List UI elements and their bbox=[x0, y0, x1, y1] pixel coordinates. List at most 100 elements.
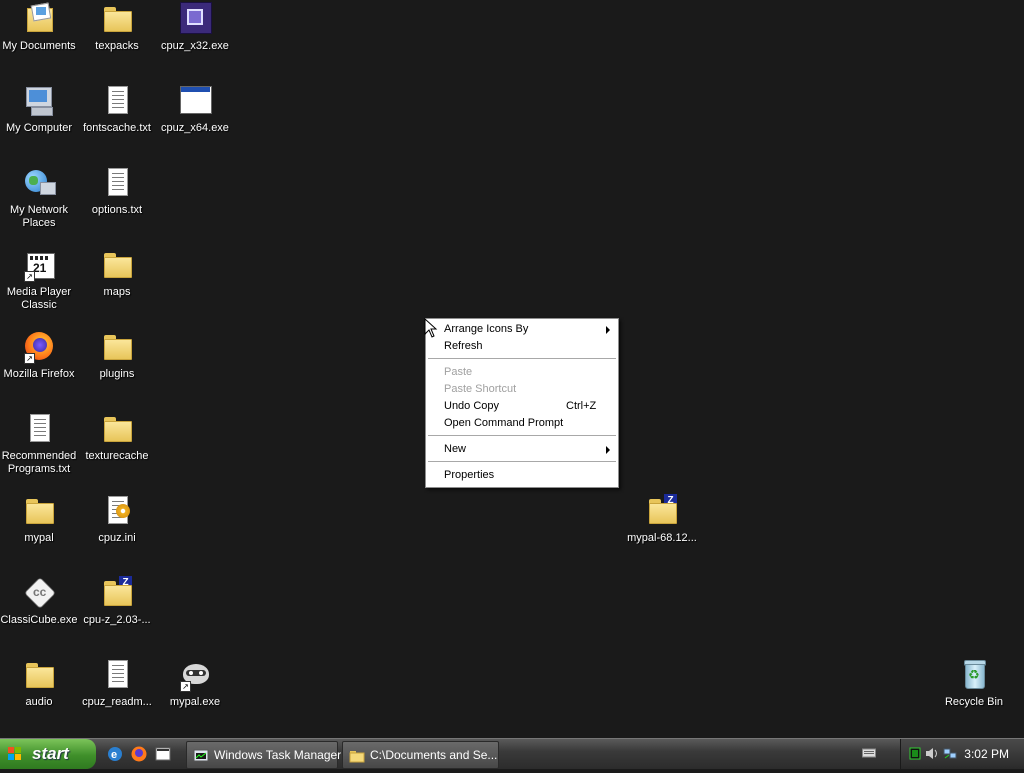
folder-icon bbox=[22, 658, 56, 692]
submenu-arrow-icon bbox=[606, 326, 610, 334]
icon-label: Media Player Classic bbox=[6, 286, 72, 311]
text-file-icon bbox=[100, 658, 134, 692]
desktop-icon-mypal-folder[interactable]: mypal bbox=[0, 494, 78, 545]
icon-label: texpacks bbox=[95, 40, 139, 52]
folder-icon bbox=[22, 494, 56, 528]
speaker-icon[interactable] bbox=[925, 747, 937, 760]
taskbar-button-label: Windows Task Manager bbox=[214, 748, 342, 762]
internet-explorer-icon[interactable]: e bbox=[106, 745, 124, 763]
classicube-icon: cc bbox=[22, 576, 56, 610]
mouse-pointer-icon bbox=[424, 318, 438, 338]
folder-icon bbox=[100, 2, 134, 36]
desktop-context-menu[interactable]: Arrange Icons By Refresh Paste Paste Sho… bbox=[425, 318, 619, 488]
icon-label: mypal-68.12... bbox=[627, 532, 697, 544]
menu-item-paste-shortcut[interactable]: Paste Shortcut bbox=[426, 381, 618, 398]
folder-icon bbox=[100, 248, 134, 282]
desktop-icon-cpuz-x64[interactable]: cpuz_x64.exe bbox=[156, 84, 234, 135]
icon-label: cpuz_x32.exe bbox=[161, 40, 229, 52]
window-app-icon bbox=[178, 84, 212, 118]
icon-label: mypal.exe bbox=[169, 696, 221, 708]
firefox-icon: ↗ bbox=[22, 330, 56, 364]
start-button[interactable]: start bbox=[0, 739, 96, 769]
ini-settings-icon bbox=[100, 494, 134, 528]
desktop-icon-cpuz-ini[interactable]: cpuz.ini bbox=[78, 494, 156, 545]
menu-item-arrange-icons-by[interactable]: Arrange Icons By bbox=[426, 321, 618, 338]
desktop-icon-cpu-z-zip[interactable]: Z cpu-z_2.03-... bbox=[78, 576, 156, 627]
menu-item-label: Paste bbox=[444, 366, 473, 378]
desktop-icon-options[interactable]: options.txt bbox=[78, 166, 156, 217]
desktop-icon-fontscache[interactable]: fontscache.txt bbox=[78, 84, 156, 135]
network-icon[interactable] bbox=[943, 747, 957, 760]
folder-icon bbox=[100, 330, 134, 364]
task-manager-icon bbox=[193, 747, 209, 763]
desktop-icon-mypal-exe[interactable]: ↗ mypal.exe bbox=[156, 658, 234, 709]
system-tray: 3:02 PM bbox=[900, 739, 1024, 769]
menu-item-label: Refresh bbox=[444, 340, 483, 352]
icon-label: cpuz.ini bbox=[98, 532, 136, 544]
icon-label: cpuz_readm... bbox=[82, 696, 152, 708]
menu-item-new[interactable]: New bbox=[426, 441, 618, 458]
menu-separator bbox=[428, 461, 616, 463]
desktop-icon-mozilla-firefox[interactable]: ↗ Mozilla Firefox bbox=[0, 330, 78, 381]
cpuz-chip-icon bbox=[178, 2, 212, 36]
icon-label: Recommended Programs.txt bbox=[1, 450, 77, 475]
icon-label: ClassiCube.exe bbox=[0, 614, 78, 626]
desktop-icon-my-network-places[interactable]: My Network Places bbox=[0, 166, 78, 230]
desktop-icon-recycle-bin[interactable]: ♻ Recycle Bin bbox=[935, 658, 1013, 709]
desktop-icon-audio[interactable]: audio bbox=[0, 658, 78, 709]
desktop-icon-maps[interactable]: maps bbox=[78, 248, 156, 299]
zip-folder-icon: Z bbox=[645, 494, 679, 528]
desktop-icon-texturecache[interactable]: texturecache bbox=[78, 412, 156, 463]
menu-item-label: Paste Shortcut bbox=[444, 383, 517, 395]
zip-folder-icon: Z bbox=[100, 576, 134, 610]
icon-label: cpuz_x64.exe bbox=[161, 122, 229, 134]
menu-item-open-command-prompt[interactable]: Open Command Prompt bbox=[426, 415, 618, 432]
shortcut-arrow-icon: ↗ bbox=[24, 353, 35, 364]
menu-separator bbox=[428, 435, 616, 437]
menu-item-label: Arrange Icons By bbox=[444, 323, 529, 335]
menu-separator bbox=[428, 358, 616, 360]
desktop-icon-media-player-classic[interactable]: 21 ↗ Media Player Classic bbox=[0, 248, 78, 312]
desktop-icon-recommended-programs[interactable]: Recommended Programs.txt bbox=[0, 412, 78, 476]
firefox-icon[interactable] bbox=[130, 745, 148, 763]
menu-item-shortcut: Ctrl+Z bbox=[566, 400, 597, 412]
mypal-raccoon-icon: ↗ bbox=[178, 658, 212, 692]
taskbar-button-label: C:\Documents and Se... bbox=[370, 748, 498, 762]
desktop-icon-cpuz-readme[interactable]: cpuz_readm... bbox=[78, 658, 156, 709]
shortcut-arrow-icon: ↗ bbox=[180, 681, 191, 692]
svg-text:e: e bbox=[111, 749, 117, 761]
icon-label: options.txt bbox=[91, 204, 143, 216]
media-player-classic-icon: 21 ↗ bbox=[22, 248, 56, 282]
start-label: start bbox=[32, 744, 69, 763]
desktop-icon-cpuz-x32[interactable]: cpuz_x32.exe bbox=[156, 2, 234, 53]
task-manager-tray-icon[interactable] bbox=[909, 747, 921, 760]
text-file-icon bbox=[22, 412, 56, 446]
icon-label: fontscache.txt bbox=[83, 122, 151, 134]
recycle-bin-icon: ♻ bbox=[957, 658, 991, 692]
menu-item-properties[interactable]: Properties bbox=[426, 467, 618, 484]
menu-item-undo-copy[interactable]: Undo Copy Ctrl+Z bbox=[426, 398, 618, 415]
desktop-icon-plugins[interactable]: plugins bbox=[78, 330, 156, 381]
menu-item-paste[interactable]: Paste bbox=[426, 364, 618, 381]
menu-item-label: Open Command Prompt bbox=[444, 417, 564, 429]
desktop-icon-mypal-zip[interactable]: Z mypal-68.12... bbox=[623, 494, 701, 545]
clock[interactable]: 3:02 PM bbox=[964, 739, 1009, 769]
desktop-icon-my-computer[interactable]: My Computer bbox=[0, 84, 78, 135]
desktop-icon-my-documents[interactable]: My Documents bbox=[0, 2, 78, 53]
taskbar-button-task-manager[interactable]: Windows Task Manager bbox=[186, 741, 342, 769]
keyboard-icon[interactable] bbox=[862, 747, 876, 760]
icon-label: texturecache bbox=[85, 450, 149, 462]
icon-label: Mozilla Firefox bbox=[3, 368, 75, 380]
desktop-icon-texpacks[interactable]: texpacks bbox=[78, 2, 156, 53]
desktop-icon-classicube[interactable]: cc ClassiCube.exe bbox=[0, 576, 78, 627]
icon-label: Recycle Bin bbox=[944, 696, 1004, 708]
media-player-classic-icon[interactable] bbox=[154, 745, 172, 763]
network-places-icon bbox=[22, 166, 56, 200]
icon-label: maps bbox=[103, 286, 131, 298]
icon-label: My Network Places bbox=[9, 204, 69, 229]
menu-item-refresh[interactable]: Refresh bbox=[426, 338, 618, 355]
folder-icon bbox=[100, 412, 134, 446]
shortcut-arrow-icon: ↗ bbox=[24, 271, 35, 282]
my-computer-icon bbox=[22, 84, 56, 118]
taskbar-button-explorer[interactable]: C:\Documents and Se... bbox=[342, 741, 499, 769]
